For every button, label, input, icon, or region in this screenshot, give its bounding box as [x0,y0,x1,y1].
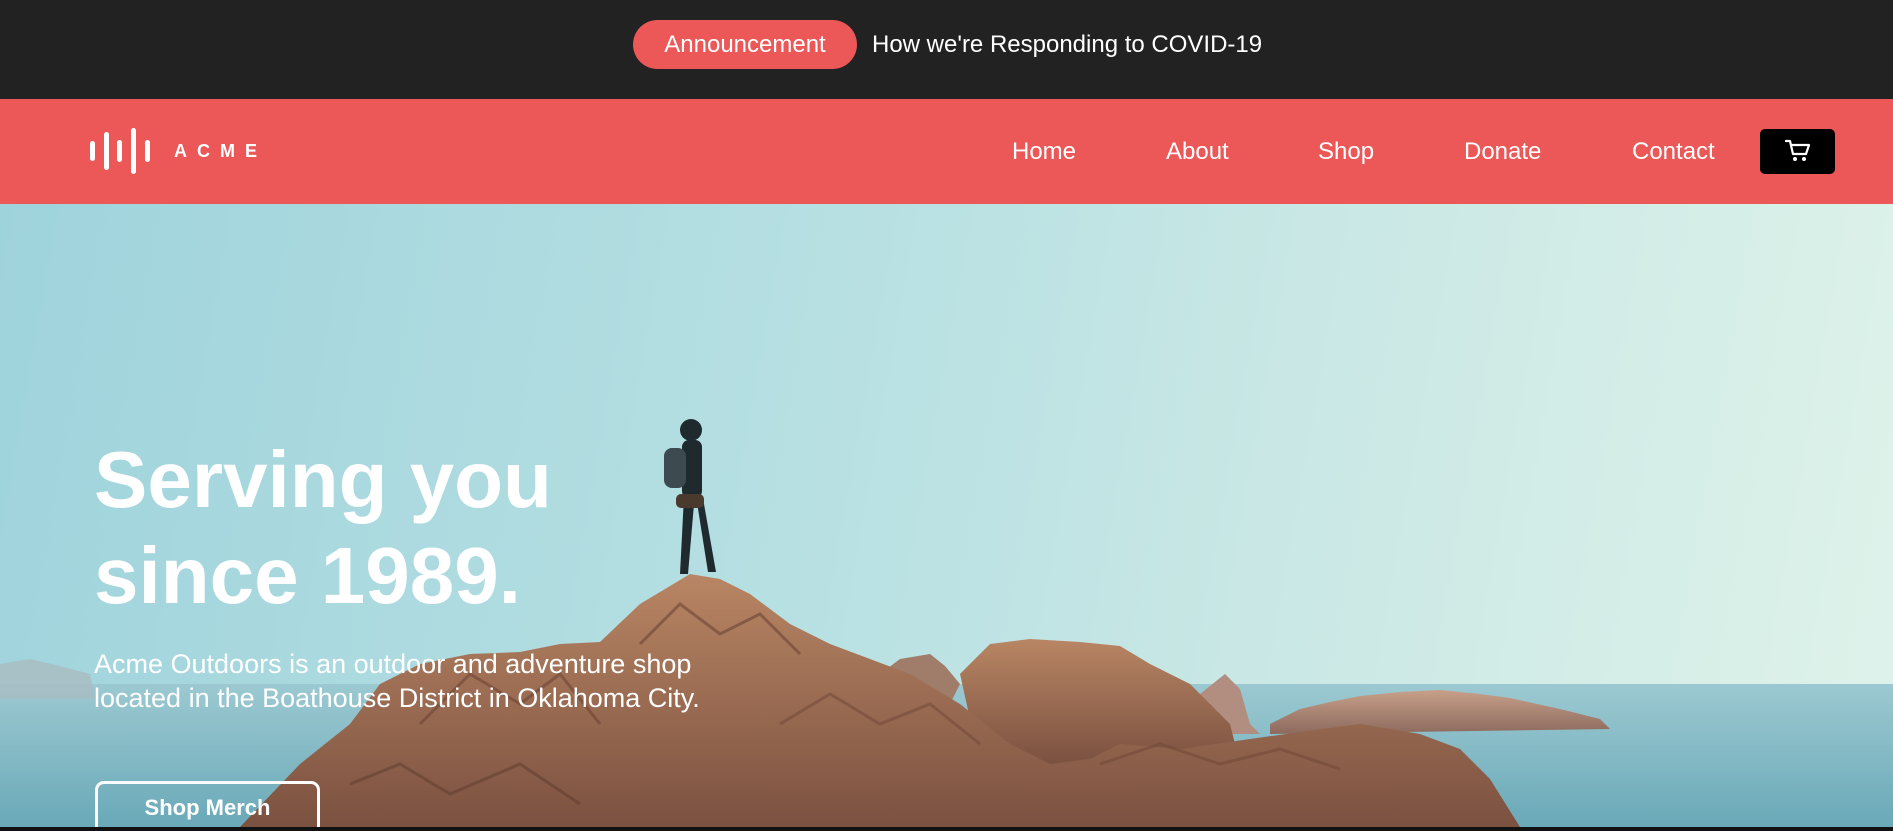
hero-title-line-1: Serving you [94,435,552,524]
announcement-link[interactable]: How we're Responding to COVID-19 [872,20,1262,69]
nav-home[interactable]: Home [1012,99,1076,204]
announcement-badge[interactable]: Announcement [633,20,857,69]
announcement-bar: Announcement How we're Responding to COV… [0,0,1893,99]
nav-about[interactable]: About [1166,99,1229,204]
hero-title-line-2: since 1989. [94,531,521,620]
site-header: ACME Home About Shop Donate Contact [0,99,1893,204]
hero-description: Acme Outdoors is an outdoor and adventur… [94,649,700,713]
nav-shop[interactable]: Shop [1318,99,1374,204]
shop-merch-button[interactable]: Shop Merch [95,781,320,827]
hero-title: Serving you since 1989. [94,432,694,624]
logo-text: ACME [174,141,267,161]
shopping-cart-icon [1785,139,1811,161]
soundwave-logo-icon [90,128,150,174]
hero-section: Serving you since 1989. Acme Outdoors is… [0,204,1893,827]
page-bottom-edge [0,827,1893,831]
nav-contact[interactable]: Contact [1632,99,1715,204]
cart-button[interactable] [1760,129,1835,174]
nav-donate[interactable]: Donate [1464,99,1541,204]
logo[interactable]: ACME [90,128,270,174]
